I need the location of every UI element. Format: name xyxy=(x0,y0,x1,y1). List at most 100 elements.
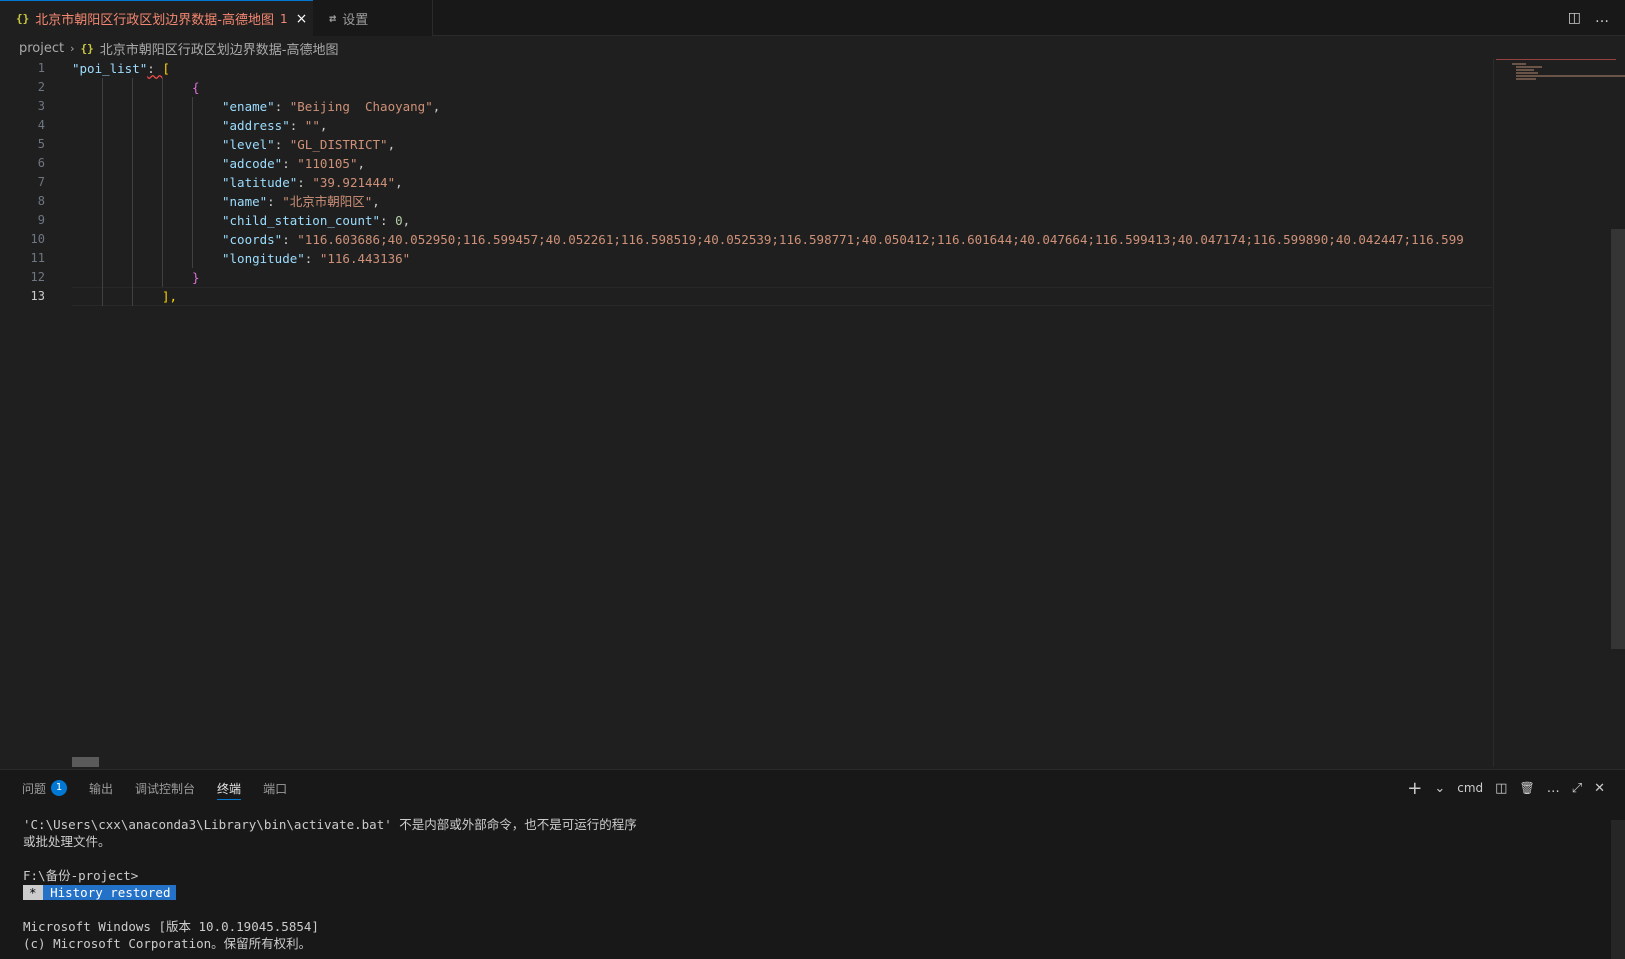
more-actions-icon[interactable]: … xyxy=(1595,10,1609,26)
tab-ports[interactable]: 端口 xyxy=(263,770,287,806)
split-terminal-icon[interactable]: ◫ xyxy=(1495,781,1507,796)
json-colon-error: : xyxy=(147,61,163,76)
line-number: 3 xyxy=(37,99,45,113)
code-line-2: { xyxy=(192,78,200,97)
panel-actions: + ⌄ cmd ◫ 🗑 … ⤢ ✕ xyxy=(1407,770,1605,806)
json-key: "adcode" xyxy=(222,156,283,171)
chevron-down-icon[interactable]: ⌄ xyxy=(1434,781,1445,796)
horizontal-scrollbar[interactable] xyxy=(72,757,99,767)
indent-guide xyxy=(192,97,193,268)
tab-settings[interactable]: ⇄ 设置 xyxy=(313,0,433,36)
line-number: 1 xyxy=(37,61,45,75)
history-restored-line: * History restored xyxy=(23,884,637,901)
terminal-scrollbar[interactable] xyxy=(1611,820,1625,959)
line-number: 9 xyxy=(37,213,45,227)
maximize-panel-icon[interactable]: ⤢ xyxy=(1572,781,1582,796)
terminal-shell-label[interactable]: cmd xyxy=(1457,781,1483,795)
line-number: 2 xyxy=(37,80,45,94)
code-line-9: "child_station_count": 0, xyxy=(222,213,411,228)
json-key: "child_station_count" xyxy=(222,213,381,228)
editor-actions: ◫ … xyxy=(1568,0,1609,36)
minimap-line xyxy=(1516,69,1534,71)
code-line-13: ], xyxy=(162,287,177,306)
history-restored-text: History restored xyxy=(50,885,171,900)
bottom-panel: 问题 1 输出 调试控制台 终端 端口 + ⌄ cmd ◫ 🗑 … ⤢ ✕ 'C… xyxy=(0,769,1625,959)
close-icon[interactable]: ✕ xyxy=(1594,781,1605,796)
tab-terminal[interactable]: 终端 xyxy=(217,770,242,806)
breadcrumb-folder[interactable]: project xyxy=(19,41,64,56)
minimap-line xyxy=(1516,66,1542,68)
split-editor-icon[interactable]: ◫ xyxy=(1568,10,1581,26)
tab-problems-label: 问题 xyxy=(22,781,47,796)
json-key: "coords" xyxy=(222,232,283,247)
code-line-12: } xyxy=(192,268,200,287)
json-key: "poi_list" xyxy=(72,61,148,76)
json-string: "39.921444" xyxy=(312,175,396,190)
code-line-8: "name": "北京市朝阳区", xyxy=(222,194,380,209)
json-key: "ename" xyxy=(222,99,275,114)
json-key: "address" xyxy=(222,118,290,133)
tab-output[interactable]: 输出 xyxy=(89,770,113,806)
terminal-prompt: F:\备份-project> xyxy=(23,868,139,883)
json-string: "GL_DISTRICT" xyxy=(289,137,388,152)
minimap-line xyxy=(1512,63,1526,65)
tab-problems-count: 1 xyxy=(279,11,288,26)
json-key: "name" xyxy=(222,194,268,209)
code-line-5: "level": "GL_DISTRICT", xyxy=(222,137,396,152)
json-file-icon: {} xyxy=(16,12,30,25)
json-bracket: [ xyxy=(162,61,170,76)
code-line-6: "adcode": "110105", xyxy=(222,156,366,171)
terminal-output[interactable]: 'C:\Users\cxx\anaconda3\Library\bin\acti… xyxy=(23,816,637,952)
breadcrumb-file[interactable]: 北京市朝阳区行政区划边界数据-高德地图 xyxy=(100,39,339,58)
json-file-icon: {} xyxy=(80,41,94,55)
line-number: 10 xyxy=(30,232,45,246)
minimap-line xyxy=(1516,78,1536,80)
line-number: 6 xyxy=(37,156,45,170)
history-star: * xyxy=(23,885,43,900)
breadcrumb: project › {} 北京市朝阳区行政区划边界数据-高德地图 xyxy=(0,37,1625,59)
indent-guide xyxy=(162,78,163,287)
terminal-line: Microsoft Windows [版本 10.0.19045.5854] xyxy=(23,919,319,934)
json-string: "Beijing Chaoyang" xyxy=(289,99,433,114)
editor-tab-bar: {} 北京市朝阳区行政区划边界数据-高德地图 1 × ⇄ 设置 ◫ … xyxy=(0,0,1625,36)
minimap-line xyxy=(1496,59,1616,60)
json-string: "116.443136" xyxy=(319,251,411,266)
indent-guide xyxy=(102,78,103,306)
new-terminal-icon[interactable]: + xyxy=(1407,778,1422,799)
code-line-4: "address": "", xyxy=(222,118,328,133)
code-content[interactable]: "poi_list": [ { "ename": "Beijing Chaoya… xyxy=(72,59,1492,769)
vertical-scrollbar[interactable] xyxy=(1611,229,1625,649)
tab-poi-json[interactable]: {} 北京市朝阳区行政区划边界数据-高德地图 1 × xyxy=(0,0,313,36)
json-string: "110105" xyxy=(297,156,358,171)
terminal-line: 'C:\Users\cxx\anaconda3\Library\bin\acti… xyxy=(23,817,637,832)
trash-icon[interactable]: 🗑 xyxy=(1519,781,1534,795)
terminal-line: 或批处理文件。 xyxy=(23,834,111,849)
line-number-current: 13 xyxy=(30,289,45,303)
line-number-gutter: 1 2 3 4 5 6 7 8 9 10 11 12 13 xyxy=(0,59,60,769)
line-number: 11 xyxy=(30,251,45,265)
line-number: 8 xyxy=(37,194,45,208)
json-number: 0 xyxy=(395,213,403,228)
code-line-7: "latitude": "39.921444", xyxy=(222,175,403,190)
code-line-10: "coords": "116.603686;40.052950;116.5994… xyxy=(222,232,1464,247)
tab-problems[interactable]: 问题 1 xyxy=(22,770,68,806)
settings-icon: ⇄ xyxy=(329,11,337,25)
code-editor[interactable]: 1 2 3 4 5 6 7 8 9 10 11 12 13 "poi_list"… xyxy=(0,59,1625,769)
json-bracket: ], xyxy=(162,289,178,304)
json-string: "北京市朝阳区" xyxy=(282,194,373,209)
more-actions-icon[interactable]: … xyxy=(1547,781,1560,796)
problems-count-badge: 1 xyxy=(51,780,68,796)
minimap-line xyxy=(1516,72,1538,74)
tab-debug-console[interactable]: 调试控制台 xyxy=(135,770,195,806)
code-line-11: "longitude": "116.443136" xyxy=(222,251,411,266)
close-icon[interactable]: × xyxy=(296,11,308,27)
json-brace: } xyxy=(192,270,200,285)
line-number: 7 xyxy=(37,175,45,189)
json-key: "latitude" xyxy=(222,175,298,190)
minimap[interactable] xyxy=(1493,59,1625,767)
terminal-line: (c) Microsoft Corporation。保留所有权利。 xyxy=(23,936,312,951)
code-line-1: "poi_list": [ xyxy=(72,59,170,78)
json-key: "longitude" xyxy=(222,251,305,266)
